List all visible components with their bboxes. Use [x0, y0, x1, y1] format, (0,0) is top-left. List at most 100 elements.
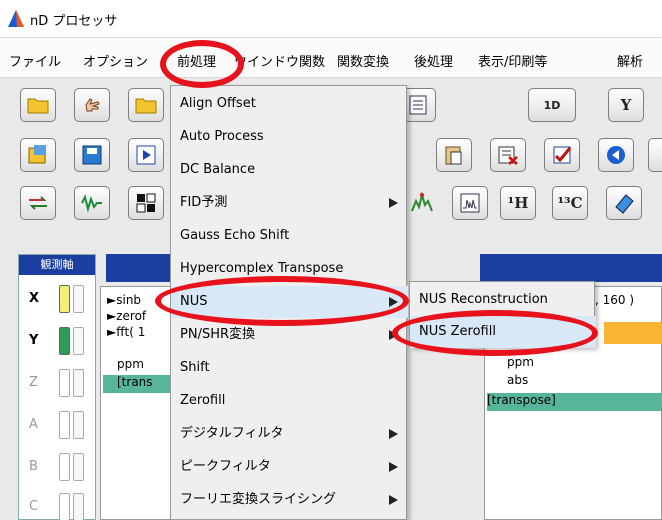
carbon-label: ¹³C	[557, 194, 583, 212]
title-bar: nD プロセッサ	[0, 0, 662, 38]
menu-item-digital-filter[interactable]: デジタルフィルタ	[171, 418, 408, 450]
axis-row-b[interactable]: B	[19, 449, 97, 485]
axis-c-indicator	[59, 493, 70, 520]
menu-item-label: Align Offset	[180, 96, 256, 111]
menu-item-nus[interactable]: NUS	[171, 286, 408, 318]
menu-item-label: PN/SHR変換	[180, 327, 256, 342]
list-item[interactable]: , 160 )	[595, 293, 634, 307]
submenu-arrow-icon	[389, 297, 398, 307]
menu-window-func[interactable]: ウインドウ関数	[234, 51, 325, 70]
list-item[interactable]: ►zerof	[107, 309, 146, 323]
axis-panel: 観測軸 X Y Z A B C	[18, 254, 96, 520]
menu-analysis[interactable]: 解析	[617, 51, 643, 70]
menu-item-label: Shift	[180, 360, 210, 375]
menu-postprocess[interactable]: 後処理	[414, 51, 453, 70]
play-button[interactable]	[128, 138, 164, 172]
axis-row-a[interactable]: A	[19, 407, 97, 443]
menu-item-align-offset[interactable]: Align Offset	[171, 88, 408, 120]
save-icon	[82, 145, 102, 165]
axis-row-z[interactable]: Z	[19, 365, 97, 401]
menu-item-label: NUS	[180, 294, 208, 309]
delete-list-icon	[498, 146, 518, 165]
eraser-button[interactable]	[606, 186, 642, 220]
menu-func-transform[interactable]: 関数変換	[337, 51, 389, 70]
proton-label: ¹H	[507, 194, 529, 212]
menu-bar: ファイル オプション 前処理 ウインドウ関数 関数変換 後処理 表示/印刷等 解…	[0, 38, 662, 78]
axis-x-secondary	[73, 285, 84, 313]
app-logo-icon	[8, 10, 24, 27]
play-icon	[136, 145, 156, 165]
menu-options[interactable]: オプション	[83, 51, 148, 70]
menu-file[interactable]: ファイル	[9, 51, 61, 70]
eraser-icon	[615, 194, 634, 214]
menu-item-peak-filter[interactable]: ピークフィルタ	[171, 451, 408, 483]
y-axis-label: Y	[620, 96, 632, 114]
axis-x-indicator	[59, 285, 70, 313]
menu-item-fourier-slicing[interactable]: フーリエ変換スライシング	[171, 484, 408, 516]
y-axis-button[interactable]: Y	[608, 88, 644, 122]
list-item[interactable]: ►fft( 1	[107, 325, 145, 339]
axis-row-x[interactable]: X	[19, 281, 97, 317]
menu-item-gauss-echo-shift[interactable]: Gauss Echo Shift	[171, 220, 408, 252]
delete-list-button[interactable]	[490, 138, 526, 172]
more-tools-button[interactable]	[648, 138, 662, 172]
submenu-arrow-icon	[389, 495, 398, 505]
waveform-icon	[81, 194, 102, 213]
menu-item-auto-process[interactable]: Auto Process	[171, 121, 408, 153]
list-item[interactable]: ►sinb	[107, 293, 141, 307]
menu-item-zerofill[interactable]: Zerofill	[171, 385, 408, 417]
axis-label-y: Y	[29, 333, 39, 348]
transform-button[interactable]	[128, 186, 164, 220]
menu-item-shift[interactable]: Shift	[171, 352, 408, 384]
list-item[interactable]: abs	[507, 373, 528, 387]
preprocess-dropdown: Align Offset Auto Process DC Balance FID…	[170, 85, 408, 520]
submenu-arrow-icon	[389, 198, 398, 208]
left-process-list[interactable]: ►sinb ►zerof ►fft( 1 ppm [trans	[100, 286, 172, 520]
list-item[interactable]: [trans	[117, 375, 153, 389]
back-circle-icon	[607, 146, 625, 164]
back-button[interactable]	[598, 138, 634, 172]
waveform-button[interactable]	[74, 186, 110, 220]
save-button[interactable]	[74, 138, 110, 172]
spectrum-button[interactable]	[452, 186, 488, 220]
menu-preprocess[interactable]: 前処理	[177, 51, 216, 70]
window-title: nD プロセッサ	[30, 14, 118, 29]
axis-label-b: B	[29, 459, 38, 474]
menu-display-print[interactable]: 表示/印刷等	[478, 51, 547, 70]
right-panel-header	[480, 254, 662, 282]
axis-label-z: Z	[29, 375, 38, 390]
paste-button[interactable]	[436, 138, 472, 172]
menu-item-nus-reconstruction[interactable]: NUS Reconstruction	[410, 284, 596, 316]
menu-item-fid-prediction[interactable]: FID予測	[171, 187, 408, 219]
check-button[interactable]	[544, 138, 580, 172]
hand-tool-button[interactable]	[74, 88, 110, 122]
menu-item-dc-balance[interactable]: DC Balance	[171, 154, 408, 186]
menu-item-label: Zerofill	[180, 393, 226, 408]
view-1d-button[interactable]: 1D	[528, 88, 576, 122]
parameter-field[interactable]	[604, 322, 662, 344]
proton-button[interactable]: ¹H	[500, 186, 536, 220]
list-item[interactable]: ppm	[507, 355, 534, 369]
menu-item-pn-shr[interactable]: PN/SHR変換	[171, 319, 408, 351]
list-item[interactable]: [transpose]	[487, 393, 556, 407]
carbon-button[interactable]: ¹³C	[552, 186, 588, 220]
axis-label-c: C	[29, 499, 39, 514]
axis-b-secondary	[73, 453, 84, 481]
peaks-icon	[411, 191, 433, 212]
folder-icon	[135, 98, 157, 114]
open-folder-button[interactable]	[20, 88, 56, 122]
axis-a-indicator	[59, 411, 70, 439]
open-folder-2-button[interactable]	[128, 88, 164, 122]
peak-pick-button[interactable]	[404, 186, 440, 220]
nus-submenu: NUS Reconstruction NUS Zerofill	[409, 281, 596, 348]
menu-item-hypercomplex-transpose[interactable]: Hypercomplex Transpose	[171, 253, 408, 285]
menu-item-nus-zerofill[interactable]: NUS Zerofill	[410, 316, 596, 348]
paste-icon	[445, 146, 462, 165]
swap-button[interactable]	[20, 186, 56, 220]
list-item[interactable]: ppm	[117, 357, 144, 371]
import-button[interactable]	[20, 138, 56, 172]
axis-y-indicator	[59, 327, 70, 355]
axis-row-y[interactable]: Y	[19, 323, 97, 359]
axis-row-c[interactable]: C	[19, 489, 97, 520]
submenu-arrow-icon	[389, 330, 398, 340]
